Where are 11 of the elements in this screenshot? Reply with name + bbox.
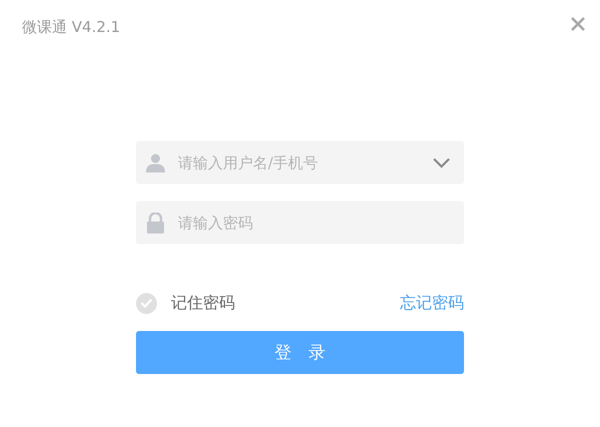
remember-password-checkbox[interactable]: 记住密码 (136, 292, 235, 314)
close-button[interactable] (570, 16, 586, 32)
dropdown-chevron-icon[interactable] (433, 158, 450, 168)
login-button[interactable]: 登 录 (136, 331, 464, 374)
forgot-password-link[interactable]: 忘记密码 (400, 292, 464, 314)
password-field[interactable]: 请输入密码 (136, 201, 464, 244)
lock-icon (146, 212, 165, 233)
checkmark-icon (140, 298, 153, 308)
username-field[interactable]: 请输入用户名/手机号 (136, 141, 464, 184)
window-title: 微课通 V4.2.1 (22, 18, 120, 37)
user-icon (146, 153, 165, 172)
